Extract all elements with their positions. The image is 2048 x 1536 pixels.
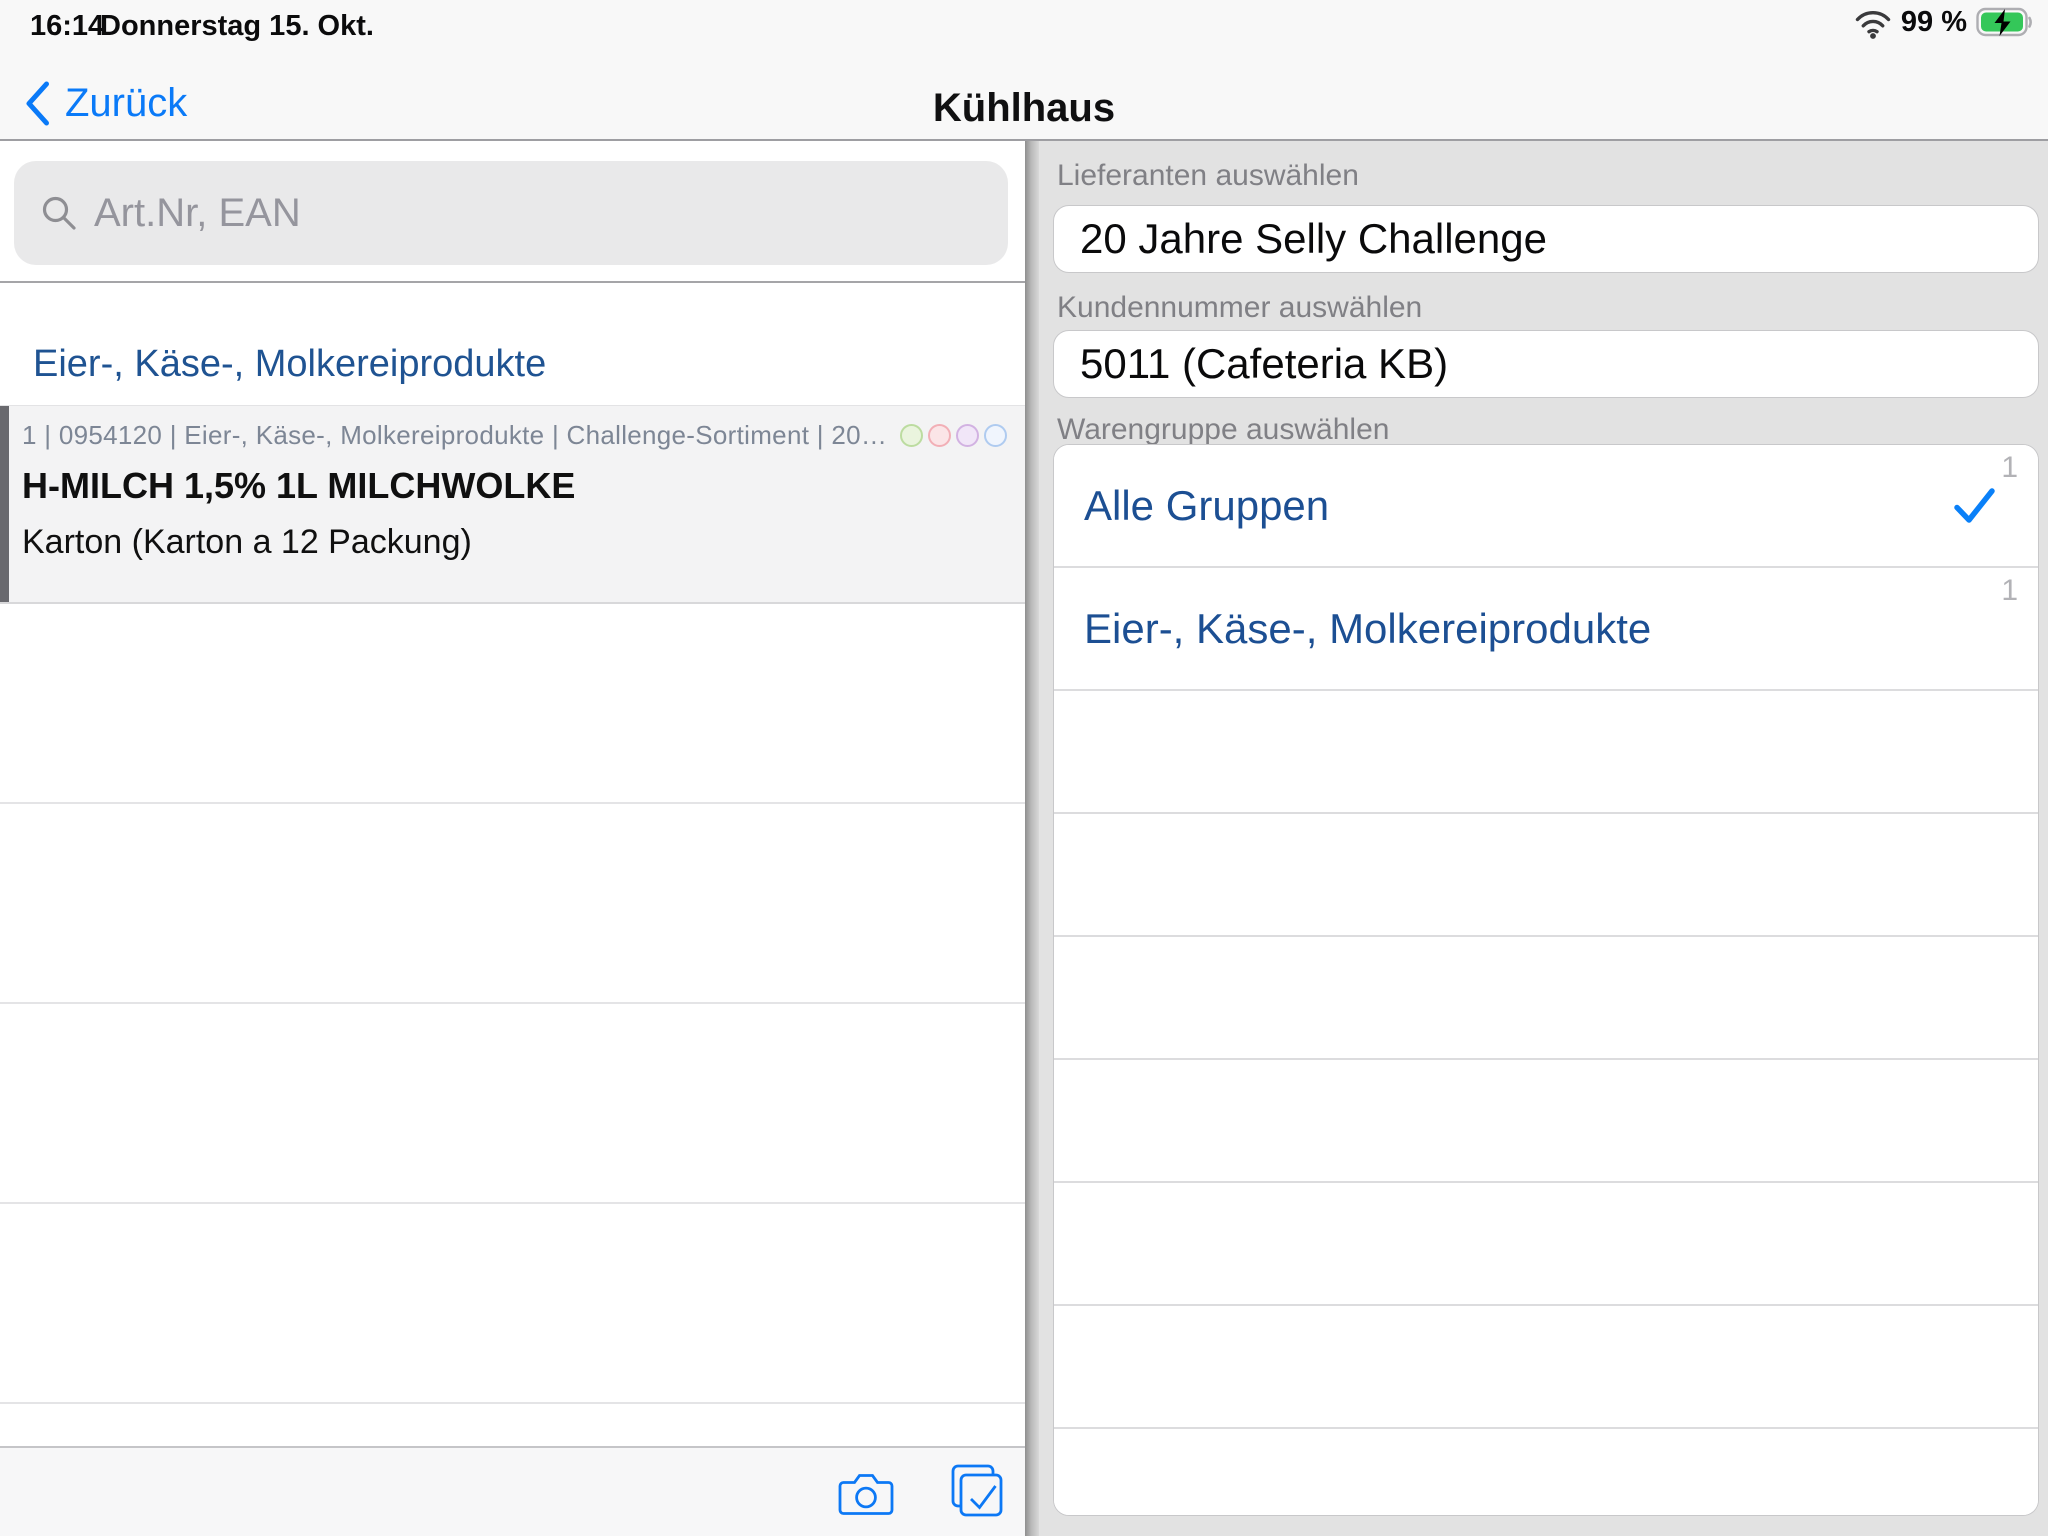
dot-green-icon <box>900 424 923 447</box>
customer-select[interactable]: 5011 (Cafeteria KB) <box>1053 330 2039 398</box>
product-package: Karton (Karton a 12 Packung) <box>22 523 1009 562</box>
header: 16:14 Donnerstag 15. Okt. 99 % <box>0 0 2048 141</box>
wifi-icon <box>1854 7 1892 39</box>
product-meta-row: 1 | 0954120 | Eier-, Käse-, Molkereiprod… <box>22 420 1009 451</box>
warengruppe-item-label: Eier-, Käse-, Molkereiprodukte <box>1084 605 1651 653</box>
product-row[interactable]: 1 | 0954120 | Eier-, Käse-, Molkereiprod… <box>0 405 1027 604</box>
product-name: H-MILCH 1,5% 1L MILCHWOLKE <box>22 465 1009 507</box>
product-status-dots <box>900 424 1009 447</box>
article-list-panel: Eier-, Käse-, Molkereiprodukte 1 | 09541… <box>0 141 1027 1536</box>
dot-purple-icon <box>956 424 979 447</box>
search-section <box>0 141 1027 283</box>
empty-row <box>1054 1306 2038 1429</box>
empty-row <box>1054 1429 2038 1515</box>
empty-row <box>1054 814 2038 937</box>
empty-row <box>1054 691 2038 814</box>
product-meta: 1 | 0954120 | Eier-, Käse-, Molkereiprod… <box>22 420 890 451</box>
camera-button[interactable] <box>838 1470 894 1521</box>
supplier-select[interactable]: 20 Jahre Selly Challenge <box>1053 205 2039 273</box>
item-count-badge: 1 <box>2001 451 2018 485</box>
empty-article-rows <box>0 604 1027 1404</box>
empty-row <box>0 1204 1027 1404</box>
empty-row <box>0 1004 1027 1204</box>
checkmark-icon <box>1953 486 1996 525</box>
battery-percent: 99 % <box>1901 6 1967 39</box>
status-right-cluster: 99 % <box>1854 6 2034 39</box>
warengruppe-item-eier-kaese[interactable]: 1 Eier-, Käse-, Molkereiprodukte <box>1054 568 2038 691</box>
multiselect-button[interactable] <box>950 1464 1003 1522</box>
search-field[interactable] <box>14 161 1008 265</box>
product-group-header: Eier-, Käse-, Molkereiprodukte <box>33 343 546 386</box>
dot-blue-icon <box>984 424 1007 447</box>
empty-row <box>0 804 1027 1004</box>
empty-row <box>0 604 1027 804</box>
empty-row <box>1054 937 2038 1060</box>
empty-row <box>1054 1183 2038 1306</box>
customer-label: Kundennummer auswählen <box>1057 291 1422 325</box>
warengruppe-item-label: Alle Gruppen <box>1084 482 1329 530</box>
status-time: 16:14 <box>30 10 104 43</box>
status-date: Donnerstag 15. Okt. <box>100 10 374 43</box>
bottom-toolbar <box>0 1446 1027 1536</box>
panel-divider <box>1025 141 1039 1536</box>
warengruppe-list: 1 Alle Gruppen 1 Eier-, Käse-, Molkereip… <box>1053 444 2039 1516</box>
battery-charging-icon <box>1976 7 2034 38</box>
warengruppe-item-alle-gruppen[interactable]: 1 Alle Gruppen <box>1054 445 2038 568</box>
supplier-label: Lieferanten auswählen <box>1057 159 1359 193</box>
kuehlhaus-screen: 16:14 Donnerstag 15. Okt. 99 % <box>0 0 2048 1536</box>
item-count-badge: 1 <box>2001 574 2018 608</box>
page-title: Kühlhaus <box>0 86 2048 131</box>
search-input[interactable] <box>94 191 1008 236</box>
dot-red-icon <box>928 424 951 447</box>
search-icon <box>40 194 78 232</box>
warengruppe-label: Warengruppe auswählen <box>1057 413 1389 447</box>
empty-row <box>1054 1060 2038 1183</box>
filter-panel: Lieferanten auswählen 20 Jahre Selly Cha… <box>1039 141 2048 1536</box>
